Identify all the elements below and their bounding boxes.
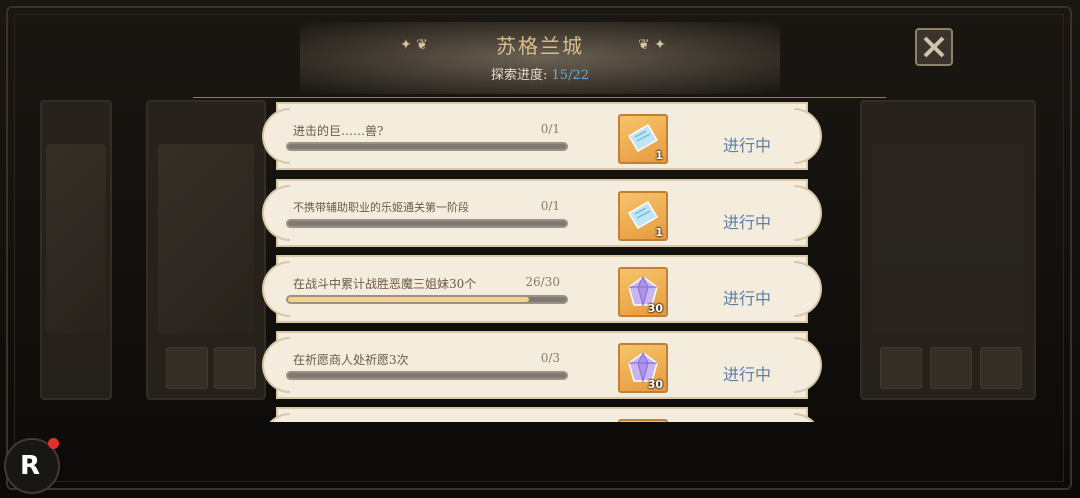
quest-row-cap-right	[794, 261, 822, 317]
quest-row-cap-left	[262, 108, 290, 164]
bg-avatar	[214, 347, 256, 389]
quest-row-bg	[276, 407, 808, 422]
page-title: 苏格兰城	[496, 34, 584, 58]
quest-row: 不携带辅助职业的乐姬通关第一阶段 0/1 1 进行中	[262, 179, 822, 247]
bg-panel-image	[158, 144, 254, 334]
progress-label: 探索进度:	[491, 68, 548, 83]
bg-avatar	[930, 347, 972, 389]
quest-count: 26/30	[525, 275, 560, 289]
reward-item[interactable]	[618, 419, 668, 422]
quest-status: 进行中	[723, 213, 772, 232]
notification-dot	[48, 438, 59, 449]
quest-count: 0/3	[540, 351, 560, 365]
quest-progress-bar	[286, 219, 568, 228]
reward-item[interactable]: 1	[618, 114, 668, 164]
reward-quantity: 1	[655, 149, 663, 162]
quest-row-cap-right	[794, 185, 822, 241]
header-divider	[193, 97, 886, 98]
quest-row: 在祈愿商人处祈愿3次 0/3 30 进行中	[262, 331, 822, 399]
quest-progress-bar	[286, 142, 568, 151]
quest-name: 不携带辅助职业的乐姬通关第一阶段	[293, 201, 469, 214]
app-logo[interactable]: R	[4, 438, 60, 494]
reward-item[interactable]: 30	[618, 267, 668, 317]
exploration-progress: 探索进度: 15/22	[300, 64, 780, 83]
quest-progress-fill	[288, 297, 529, 302]
quest-row-partial	[262, 407, 822, 422]
quest-name: 在战斗中累计战胜恶魔三姐妹30个	[293, 277, 477, 291]
close-icon	[923, 36, 945, 58]
bg-panel-right	[860, 100, 1036, 400]
quest-row-cap-left	[262, 185, 290, 241]
ornament-right-icon: ❦ ✦	[638, 37, 666, 53]
bg-panel-2	[146, 100, 266, 400]
quest-count: 0/1	[540, 122, 560, 136]
progress-value: 15/22	[551, 68, 589, 83]
bg-panel-image	[46, 144, 106, 334]
quest-list[interactable]: 进击的巨……兽? 0/1 1 进行中 不携带辅助职业的乐姬通关第一阶段 0/1 …	[262, 102, 822, 422]
quest-progress-bar	[286, 295, 568, 304]
reward-quantity: 1	[655, 226, 663, 239]
bg-panel-image	[872, 144, 1024, 334]
quest-name: 在祈愿商人处祈愿3次	[293, 353, 409, 367]
quest-row-cap-right	[794, 413, 822, 422]
bg-avatar	[880, 347, 922, 389]
bg-panel-left	[40, 100, 112, 400]
quest-status: 进行中	[723, 289, 772, 308]
bg-avatar	[166, 347, 208, 389]
quest-row: 进击的巨……兽? 0/1 1 进行中	[262, 102, 822, 170]
quest-name: 进击的巨……兽?	[293, 124, 384, 138]
quest-progress-bar	[286, 371, 568, 380]
quest-row-cap-left	[262, 337, 290, 393]
quest-status: 进行中	[723, 365, 772, 384]
quest-row-cap-right	[794, 337, 822, 393]
quest-status: 进行中	[723, 136, 772, 155]
close-button[interactable]	[915, 28, 953, 66]
bg-avatar	[980, 347, 1022, 389]
quest-row-cap-left	[262, 261, 290, 317]
logo-letter: R	[20, 451, 41, 481]
quest-row-cap-right	[794, 108, 822, 164]
reward-quantity: 30	[647, 302, 663, 315]
header: ✦ ❦ 苏格兰城 ❦ ✦ 探索进度: 15/22	[300, 0, 780, 100]
reward-item[interactable]: 1	[618, 191, 668, 241]
reward-quantity: 30	[647, 378, 663, 391]
quest-row: 在战斗中累计战胜恶魔三姐妹30个 26/30 30 进行中	[262, 255, 822, 323]
reward-item[interactable]: 30	[618, 343, 668, 393]
quest-count: 0/1	[540, 199, 560, 213]
